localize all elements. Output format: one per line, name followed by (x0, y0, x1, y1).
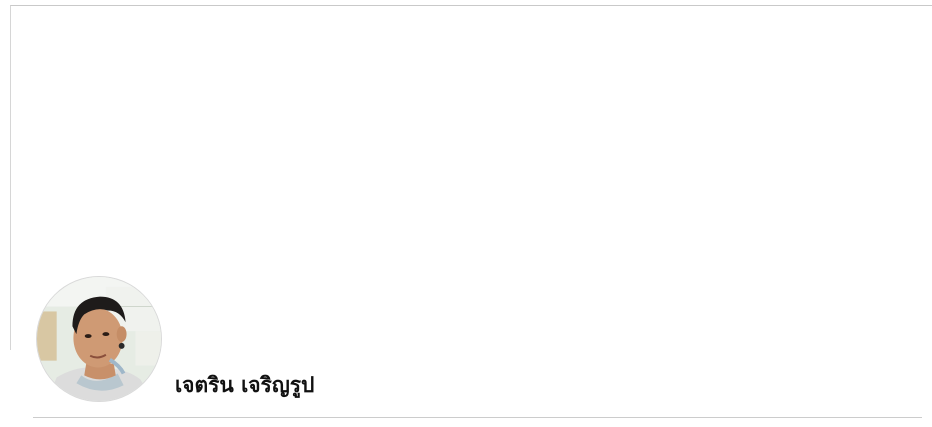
profile-name[interactable]: เจตริน เจริญรูป (175, 370, 314, 400)
avatar-photo-icon (37, 277, 161, 401)
header-divider (33, 417, 922, 418)
profile-header: เจตริน เจริญรูป (0, 0, 932, 427)
profile-avatar[interactable] (36, 276, 162, 402)
